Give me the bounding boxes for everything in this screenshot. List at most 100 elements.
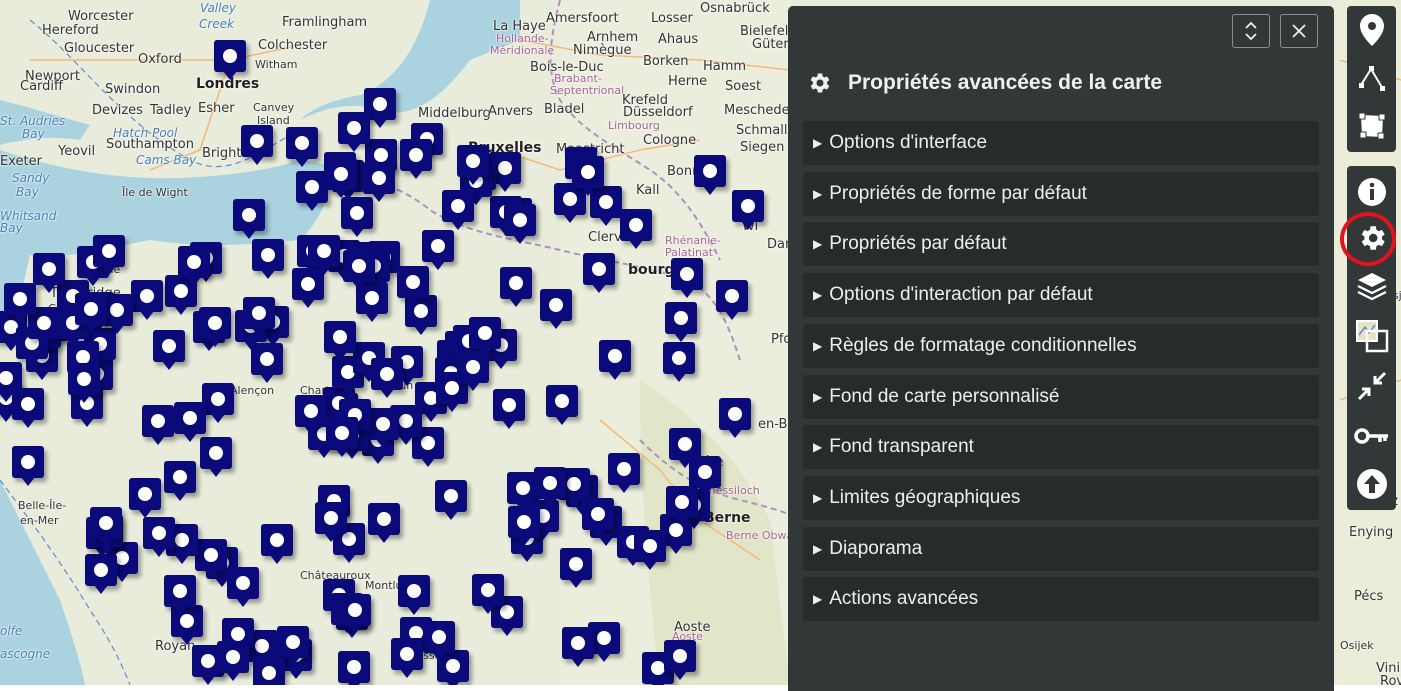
map-marker[interactable] <box>671 258 703 298</box>
map-marker[interactable] <box>504 204 536 244</box>
map-marker[interactable] <box>343 250 375 290</box>
map-marker[interactable] <box>397 266 429 306</box>
map-marker[interactable] <box>665 302 697 342</box>
panel-section[interactable]: ▶ Options d'interaction par défaut <box>803 273 1319 318</box>
map-marker[interactable] <box>214 40 246 80</box>
panel-section[interactable]: ▶ Règles de formatage conditionnelles <box>803 323 1319 368</box>
map-marker[interactable] <box>716 280 748 320</box>
map-marker[interactable] <box>435 480 467 520</box>
map-marker[interactable] <box>608 453 640 493</box>
map-marker[interactable] <box>68 363 100 403</box>
map-marker[interactable] <box>90 507 122 547</box>
map-marker[interactable] <box>227 567 259 607</box>
map-marker[interactable] <box>457 351 489 391</box>
map-marker[interactable] <box>583 253 615 293</box>
map-marker[interactable] <box>560 548 592 588</box>
map-marker[interactable] <box>457 145 489 185</box>
map-marker[interactable] <box>689 456 721 496</box>
panel-section[interactable]: ▶ Actions avancées <box>803 577 1319 622</box>
map-marker[interactable] <box>153 330 185 370</box>
panel-section[interactable]: ▶ Diaporama <box>803 526 1319 571</box>
panel-section[interactable]: ▶ Limites géographiques <box>803 475 1319 520</box>
map-marker[interactable] <box>500 267 532 307</box>
map-marker[interactable] <box>732 190 764 230</box>
map-marker[interactable] <box>694 155 726 195</box>
map-marker[interactable] <box>241 125 273 165</box>
map-marker[interactable] <box>341 197 373 237</box>
layers-button[interactable] <box>1347 262 1396 310</box>
map-marker[interactable] <box>93 235 125 275</box>
panel-section[interactable]: ▶ Fond transparent <box>803 425 1319 470</box>
map-marker[interactable] <box>174 402 206 442</box>
map-marker[interactable] <box>217 641 249 681</box>
map-marker[interactable] <box>308 235 340 275</box>
map-marker[interactable] <box>339 594 371 634</box>
map-marker[interactable] <box>143 517 175 557</box>
map-marker[interactable] <box>315 502 347 542</box>
map-marker[interactable] <box>251 343 283 383</box>
map-marker[interactable] <box>719 398 751 438</box>
map-marker[interactable] <box>325 158 357 198</box>
panel-section[interactable]: ▶ Propriétés par défaut <box>803 222 1319 267</box>
map-marker[interactable] <box>508 506 540 546</box>
map-marker[interactable] <box>326 417 358 457</box>
map-marker[interactable] <box>371 358 403 398</box>
map-marker[interactable] <box>164 575 196 615</box>
map-marker[interactable] <box>338 651 370 685</box>
map-marker[interactable] <box>199 307 231 347</box>
map-marker[interactable] <box>582 498 614 538</box>
map-marker[interactable] <box>131 280 163 320</box>
panel-section[interactable]: ▶ Propriétés de forme par défaut <box>803 171 1319 216</box>
map-marker[interactable] <box>202 383 234 423</box>
map-marker[interactable] <box>233 199 265 239</box>
draw-polygon-button[interactable] <box>1347 102 1396 150</box>
map-marker[interactable] <box>540 289 572 329</box>
map-marker[interactable] <box>400 139 432 179</box>
map-marker[interactable] <box>33 253 65 293</box>
close-panel-button[interactable] <box>1280 14 1318 48</box>
map-marker[interactable] <box>363 162 395 202</box>
map-marker[interactable] <box>562 627 594 667</box>
map-marker[interactable] <box>12 446 44 486</box>
map-marker[interactable] <box>85 554 117 594</box>
panel-section[interactable]: ▶ Options d'interface <box>803 121 1319 165</box>
map-marker[interactable] <box>164 461 196 501</box>
map-marker[interactable] <box>620 209 652 249</box>
map-marker[interactable] <box>324 321 356 361</box>
import-data-button[interactable] <box>1347 460 1396 508</box>
map-marker[interactable] <box>338 112 370 152</box>
map-marker[interactable] <box>442 190 474 230</box>
map-marker[interactable] <box>200 437 232 477</box>
center-view-button[interactable] <box>1347 362 1396 410</box>
map-marker[interactable] <box>195 539 227 579</box>
map-marker[interactable] <box>4 283 36 323</box>
map-marker[interactable] <box>12 388 44 428</box>
map-marker[interactable] <box>243 297 275 337</box>
map-marker[interactable] <box>75 293 107 333</box>
map-marker[interactable] <box>469 317 501 357</box>
map-marker[interactable] <box>277 626 309 666</box>
map-marker[interactable] <box>599 340 631 380</box>
map-marker[interactable] <box>252 239 284 279</box>
map-marker[interactable] <box>546 385 578 425</box>
map-marker[interactable] <box>391 638 423 678</box>
map-marker[interactable] <box>634 530 666 570</box>
map-marker[interactable] <box>142 405 174 445</box>
draw-marker-button[interactable] <box>1347 6 1396 54</box>
map-marker[interactable] <box>423 621 455 661</box>
map-marker[interactable] <box>666 486 698 526</box>
map-marker[interactable] <box>253 657 285 685</box>
permissions-button[interactable] <box>1347 412 1396 460</box>
map-marker[interactable] <box>286 127 318 167</box>
map-marker[interactable] <box>422 230 454 270</box>
map-marker[interactable] <box>129 478 161 518</box>
map-info-button[interactable] <box>1347 168 1396 216</box>
map-marker[interactable] <box>292 268 324 308</box>
map-marker[interactable] <box>295 395 327 435</box>
map-marker[interactable] <box>663 342 695 382</box>
map-marker[interactable] <box>534 467 566 507</box>
map-marker[interactable] <box>178 246 210 286</box>
panel-section[interactable]: ▶ Fond de carte personnalisé <box>803 374 1319 419</box>
map-marker[interactable] <box>664 640 696 680</box>
expand-panel-button[interactable] <box>1232 14 1270 48</box>
